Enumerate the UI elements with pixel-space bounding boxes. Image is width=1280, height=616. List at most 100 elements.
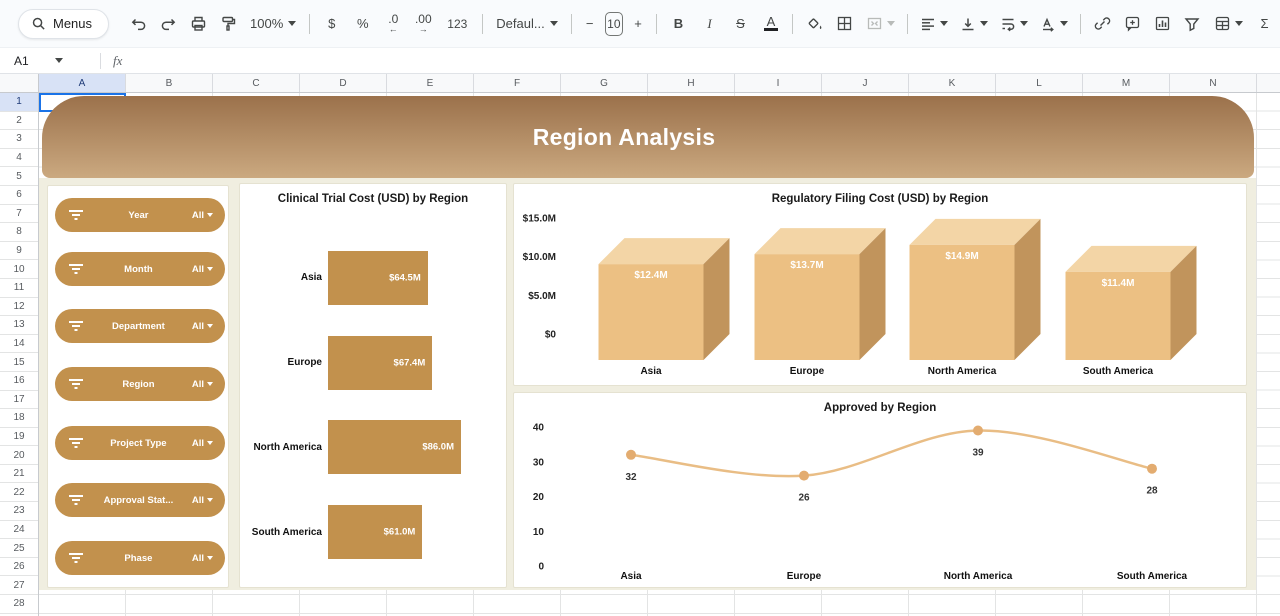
- filter-button-department[interactable]: Department All: [55, 309, 225, 343]
- insert-link-button[interactable]: [1089, 11, 1115, 37]
- row-header-17[interactable]: 17: [0, 391, 38, 410]
- redo-button[interactable]: [155, 11, 181, 37]
- select-all-corner[interactable]: [0, 74, 39, 93]
- grid[interactable]: Region Analysis Year All Month All Depar…: [39, 93, 1280, 616]
- merge-cells-button[interactable]: [861, 11, 899, 37]
- bar[interactable]: $61.0M: [328, 505, 422, 559]
- filter-button-approval-status[interactable]: Approval Stat... All: [55, 483, 225, 517]
- zoom-select[interactable]: 100%: [243, 11, 303, 37]
- column-header-H[interactable]: H: [648, 74, 735, 92]
- insert-chart-button[interactable]: [1149, 11, 1175, 37]
- borders-button[interactable]: [831, 11, 857, 37]
- row-header-28[interactable]: 28: [0, 595, 38, 614]
- row-header-24[interactable]: 24: [0, 521, 38, 540]
- horizontal-align-button[interactable]: [916, 11, 952, 37]
- filter-button-project-type[interactable]: Project Type All: [55, 426, 225, 460]
- font-size-input[interactable]: 10: [605, 12, 623, 36]
- text-rotation-button[interactable]: [1036, 11, 1072, 37]
- increase-decimal-button[interactable]: .00→: [410, 11, 436, 37]
- more-formats-button[interactable]: 123: [440, 11, 474, 37]
- format-percent-button[interactable]: %: [349, 11, 376, 37]
- filter-button-month[interactable]: Month All: [55, 252, 225, 286]
- print-button[interactable]: [185, 11, 211, 37]
- row-header-1[interactable]: 1: [0, 93, 38, 112]
- clinical-trial-cost-chart[interactable]: Clinical Trial Cost (USD) by Region Asia…: [239, 183, 507, 588]
- bar[interactable]: $64.5M: [328, 251, 428, 305]
- row-header-7[interactable]: 7: [0, 205, 38, 224]
- fill-color-button[interactable]: [801, 11, 827, 37]
- paint-format-button[interactable]: [215, 11, 241, 37]
- bold-button[interactable]: B: [665, 11, 692, 37]
- column-header-A[interactable]: A: [39, 74, 126, 92]
- row-header-3[interactable]: 3: [0, 130, 38, 149]
- category-label: Europe: [787, 571, 822, 582]
- column-header-partial[interactable]: [1257, 74, 1280, 92]
- row-header-10[interactable]: 10: [0, 260, 38, 279]
- column-header-F[interactable]: F: [474, 74, 561, 92]
- column-header-E[interactable]: E: [387, 74, 474, 92]
- functions-button[interactable]: Σ: [1251, 11, 1278, 37]
- row-header-15[interactable]: 15: [0, 353, 38, 372]
- regulatory-filing-cost-chart[interactable]: Regulatory Filing Cost (USD) by Region $…: [513, 183, 1247, 386]
- column-header-G[interactable]: G: [561, 74, 648, 92]
- create-filter-button[interactable]: [1179, 11, 1205, 37]
- row-header-5[interactable]: 5: [0, 167, 38, 186]
- category-label: Europe: [240, 357, 322, 368]
- strikethrough-button[interactable]: S: [727, 11, 754, 37]
- column-header-N[interactable]: N: [1170, 74, 1257, 92]
- bar[interactable]: $86.0M: [328, 420, 461, 474]
- row-header-25[interactable]: 25: [0, 539, 38, 558]
- italic-button[interactable]: I: [696, 11, 723, 37]
- row-header-9[interactable]: 9: [0, 242, 38, 261]
- row-header-26[interactable]: 26: [0, 558, 38, 577]
- merge-cells-icon: [866, 15, 883, 32]
- row-header-20[interactable]: 20: [0, 446, 38, 465]
- undo-button[interactable]: [125, 11, 151, 37]
- vertical-align-button[interactable]: [956, 11, 992, 37]
- toolbar-divider: [1080, 14, 1081, 34]
- decrease-decimal-button[interactable]: .0←: [380, 11, 406, 37]
- column-header-M[interactable]: M: [1083, 74, 1170, 92]
- insert-comment-button[interactable]: [1119, 11, 1145, 37]
- column-header-B[interactable]: B: [126, 74, 213, 92]
- chevron-down-icon: [1235, 21, 1243, 26]
- row-header-2[interactable]: 2: [0, 112, 38, 131]
- row-header-6[interactable]: 6: [0, 186, 38, 205]
- chevron-down-icon: [1020, 21, 1028, 26]
- row-header-18[interactable]: 18: [0, 409, 38, 428]
- row-header-16[interactable]: 16: [0, 372, 38, 391]
- menus-button[interactable]: Menus: [18, 9, 109, 39]
- column-header-L[interactable]: L: [996, 74, 1083, 92]
- category-label: North America: [928, 366, 997, 377]
- column-header-D[interactable]: D: [300, 74, 387, 92]
- approved-by-region-chart[interactable]: Approved by Region 01020304032Asia26Euro…: [513, 392, 1247, 588]
- column-header-J[interactable]: J: [822, 74, 909, 92]
- column-header-K[interactable]: K: [909, 74, 996, 92]
- text-color-button[interactable]: A: [758, 11, 784, 37]
- row-header-14[interactable]: 14: [0, 335, 38, 354]
- decrease-font-size-button[interactable]: −: [580, 11, 600, 37]
- row-header-22[interactable]: 22: [0, 483, 38, 502]
- bar[interactable]: $67.4M: [328, 336, 432, 390]
- row-header-19[interactable]: 19: [0, 428, 38, 447]
- row-header-21[interactable]: 21: [0, 465, 38, 484]
- filter-button-region[interactable]: Region All: [55, 367, 225, 401]
- row-header-11[interactable]: 11: [0, 279, 38, 298]
- row-header-12[interactable]: 12: [0, 298, 38, 317]
- increase-font-size-button[interactable]: +: [628, 11, 648, 37]
- cell-name-box[interactable]: A1: [0, 48, 100, 73]
- column-header-C[interactable]: C: [213, 74, 300, 92]
- row-header-13[interactable]: 13: [0, 316, 38, 335]
- font-select[interactable]: Defaul...: [489, 11, 564, 37]
- row-header-23[interactable]: 23: [0, 502, 38, 521]
- filter-button-year[interactable]: Year All: [55, 198, 225, 232]
- formula-input[interactable]: [122, 48, 1280, 73]
- table-views-button[interactable]: [1209, 11, 1247, 37]
- row-header-8[interactable]: 8: [0, 223, 38, 242]
- row-header-27[interactable]: 27: [0, 576, 38, 595]
- column-header-I[interactable]: I: [735, 74, 822, 92]
- row-header-4[interactable]: 4: [0, 149, 38, 168]
- text-wrap-button[interactable]: [996, 11, 1032, 37]
- format-currency-button[interactable]: $: [318, 11, 345, 37]
- filter-button-phase[interactable]: Phase All: [55, 541, 225, 575]
